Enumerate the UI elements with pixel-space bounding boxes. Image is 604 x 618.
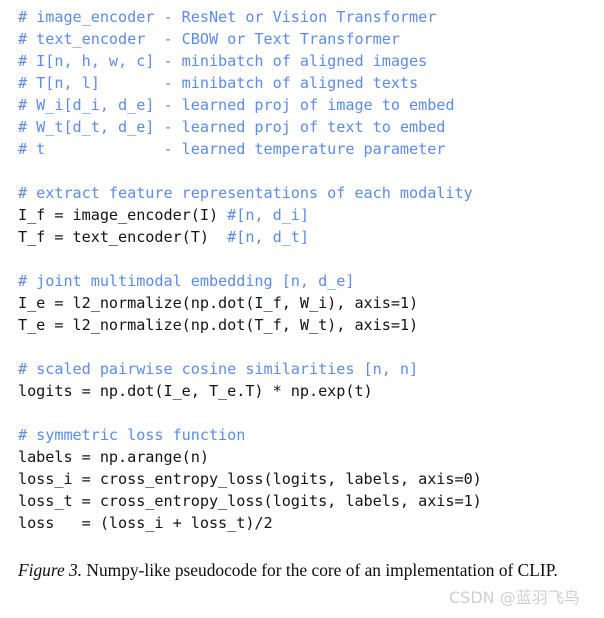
code-inline-comment: #[n, d_t] — [227, 228, 309, 246]
code-statement: T_e = l2_normalize(np.dot(T_f, W_t), axi… — [18, 316, 419, 334]
code-line: I_f = image_encoder(I) #[n, d_i] — [18, 204, 604, 226]
code-comment: # W_i[d_i, d_e] - learned proj of image … — [18, 96, 455, 114]
code-comment: # symmetric loss function — [18, 426, 246, 444]
code-line: # joint multimodal embedding [n, d_e] — [18, 270, 604, 292]
code-comment: # W_t[d_t, d_e] - learned proj of text t… — [18, 118, 446, 136]
code-inline-comment: #[n, d_i] — [227, 206, 309, 224]
code-statement: logits = np.dot(I_e, T_e.T) * np.exp(t) — [18, 382, 373, 400]
code-comment: # t - learned temperature parameter — [18, 140, 446, 158]
code-comment: # I[n, h, w, c] - minibatch of aligned i… — [18, 52, 428, 70]
code-line: T_e = l2_normalize(np.dot(T_f, W_t), axi… — [18, 314, 604, 336]
code-line: T_f = text_encoder(T) #[n, d_t] — [18, 226, 604, 248]
code-statement: loss_t = cross_entropy_loss(logits, labe… — [18, 492, 482, 510]
code-line: # image_encoder - ResNet or Vision Trans… — [18, 6, 604, 28]
code-statement: labels = np.arange(n) — [18, 448, 209, 466]
code-line: # I[n, h, w, c] - minibatch of aligned i… — [18, 50, 604, 72]
code-line: labels = np.arange(n) — [18, 446, 604, 468]
code-comment: # image_encoder - ResNet or Vision Trans… — [18, 8, 437, 26]
code-statement: loss = (loss_i + loss_t)/2 — [18, 514, 273, 532]
code-line: # W_i[d_i, d_e] - learned proj of image … — [18, 94, 604, 116]
code-line: # T[n, l] - minibatch of aligned texts — [18, 72, 604, 94]
code-line: # scaled pairwise cosine similarities [n… — [18, 358, 604, 380]
code-comment: # extract feature representations of eac… — [18, 184, 473, 202]
code-line: # extract feature representations of eac… — [18, 182, 604, 204]
code-line: loss_t = cross_entropy_loss(logits, labe… — [18, 490, 604, 512]
code-statement: I_e = l2_normalize(np.dot(I_f, W_i), axi… — [18, 294, 419, 312]
code-statement: I_f = image_encoder(I) — [18, 206, 228, 224]
code-line: loss = (loss_i + loss_t)/2 — [18, 512, 604, 534]
code-line: I_e = l2_normalize(np.dot(I_f, W_i), axi… — [18, 292, 604, 314]
figure-3-container: # image_encoder - ResNet or Vision Trans… — [0, 0, 604, 618]
figure-caption-label: Figure 3. — [18, 560, 83, 580]
code-statement: T_f = text_encoder(T) — [18, 228, 228, 246]
figure-caption: Figure 3. Numpy-like pseudocode for the … — [18, 558, 590, 582]
code-line: logits = np.dot(I_e, T_e.T) * np.exp(t) — [18, 380, 604, 402]
code-line: # W_t[d_t, d_e] - learned proj of text t… — [18, 116, 604, 138]
csdn-watermark: CSDN @蓝羽飞鸟 — [449, 588, 580, 607]
code-comment: # joint multimodal embedding [n, d_e] — [18, 272, 355, 290]
code-line: # t - learned temperature parameter — [18, 138, 604, 160]
code-comment: # scaled pairwise cosine similarities [n… — [18, 360, 419, 378]
code-statement: loss_i = cross_entropy_loss(logits, labe… — [18, 470, 482, 488]
code-comment: # text_encoder - CBOW or Text Transforme… — [18, 30, 400, 48]
code-line: # symmetric loss function — [18, 424, 604, 446]
figure-caption-text: Numpy-like pseudocode for the core of an… — [82, 560, 558, 580]
code-line: loss_i = cross_entropy_loss(logits, labe… — [18, 468, 604, 490]
pseudocode-block: # image_encoder - ResNet or Vision Trans… — [18, 6, 604, 534]
code-line: # text_encoder - CBOW or Text Transforme… — [18, 28, 604, 50]
code-comment: # T[n, l] - minibatch of aligned texts — [18, 74, 419, 92]
